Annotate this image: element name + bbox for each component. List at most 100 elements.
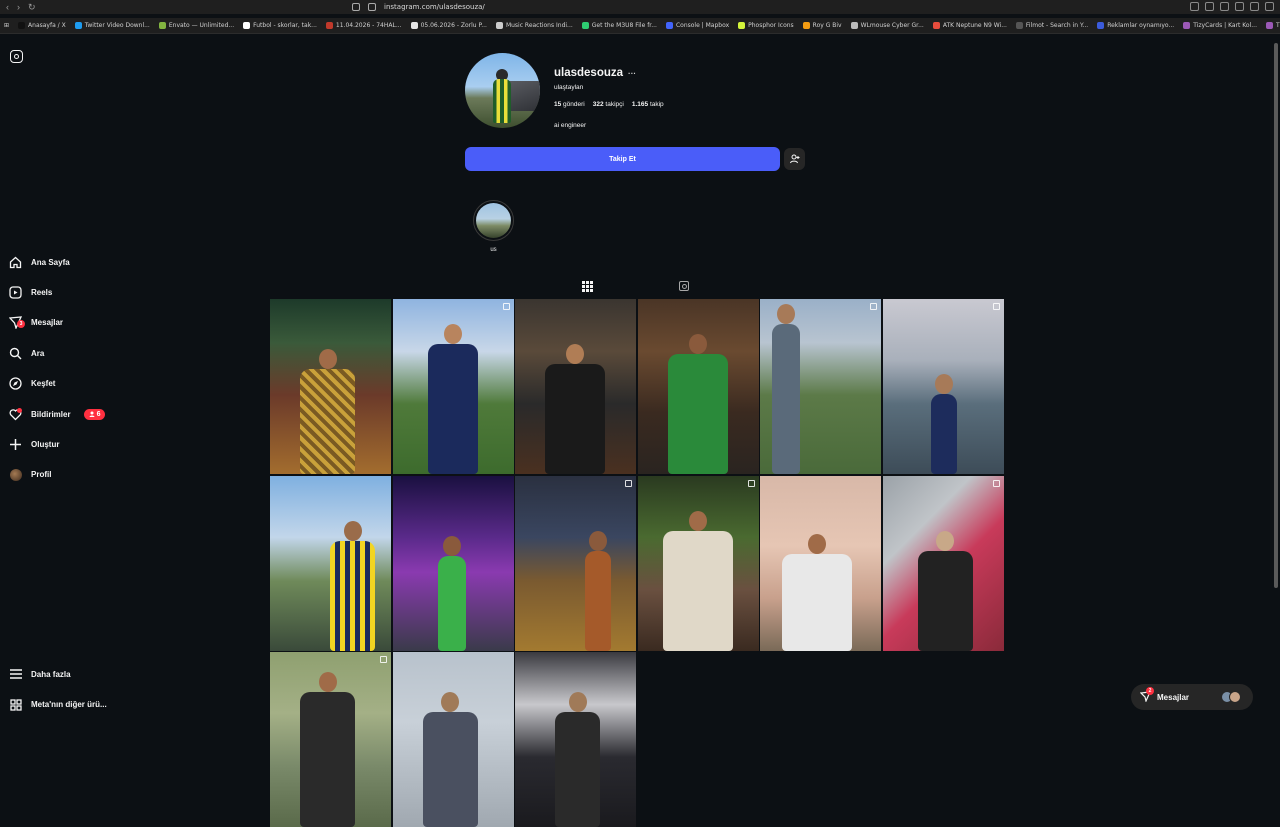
bookmark-favicon-icon [802,22,810,29]
post-thumbnail[interactable] [882,299,1004,474]
follow-button[interactable]: Takip Et [465,147,780,171]
profile-full-name: ulaştaylan [554,84,584,91]
browser-extensions [1190,2,1274,11]
followers-count[interactable]: 322 takipçi [593,101,624,108]
bookmark-item[interactable]: Console | Mapbox [665,22,729,29]
carousel-icon [870,303,877,310]
sidebar-item-label: Oluştur [31,440,60,450]
post-thumbnail[interactable] [392,475,514,651]
sidebar-icon[interactable] [1235,2,1244,11]
home-icon [9,256,22,269]
plus-icon [9,438,22,451]
instagram-logo-icon[interactable] [10,50,23,63]
posts-grid-icon[interactable] [581,280,593,292]
post-thumbnail[interactable] [270,299,391,474]
bookmark-item[interactable]: Phosphor Icons [738,22,794,29]
back-icon[interactable]: ‹ [6,2,9,13]
extension-icon[interactable] [1190,2,1199,11]
bookmark-item[interactable]: 11.04.2026 - 74HAL... [325,22,402,29]
messages-pill[interactable]: 2 Mesajlar [1131,684,1253,710]
bookmark-favicon-icon [932,22,940,29]
sidebar-item-messages[interactable]: 3 Mesajlar [9,308,169,338]
post-thumbnail[interactable] [270,652,391,827]
bookmark-item[interactable]: Envato — Unlimited... [158,22,234,29]
meta-apps-icon [9,698,22,711]
post-thumbnail[interactable] [392,652,514,827]
bookmark-favicon-icon [1266,22,1273,29]
bookmark-item[interactable]: Futbol - skorlar, tak... [243,22,317,29]
following-count[interactable]: 1.165 takip [632,101,664,108]
profile-avatar[interactable] [465,53,540,128]
bookmarks-bar: ⊞ Anasayfa / X Twitter Video Downl... Enva… [0,18,1280,34]
bookmark-item[interactable]: Filmot - Search in Y... [1015,22,1088,29]
url-text: instagram.com/ulasdesouza/ [384,3,485,11]
sidebar-item-home[interactable]: Ana Sayfa [9,247,169,277]
options-icon[interactable]: ··· [628,69,636,78]
post-thumbnail[interactable] [760,475,881,651]
post-thumbnail[interactable] [515,299,636,474]
suggested-users-button[interactable] [784,148,805,170]
profile-bio: ai engineer [554,122,587,129]
post-thumbnail[interactable] [637,475,759,651]
post-thumbnail[interactable] [270,475,391,651]
bookmark-item[interactable]: Anasayfa / X [18,22,66,29]
bookmark-item[interactable]: Roy G Biv [802,22,842,29]
bookmark-favicon-icon [18,22,26,29]
carousel-icon [992,303,1000,310]
profile-stats: 15 gönderi 322 takipçi 1.165 takip [554,101,664,108]
highlight-label: us [490,247,497,253]
sidebar-item-label: Reels [31,288,53,298]
bookmark-favicon-icon [410,22,418,29]
extension-icon[interactable] [1220,2,1229,11]
apps-icon[interactable]: ⊞ [4,22,9,29]
menu-icon[interactable] [1265,2,1274,11]
menu-icon [9,668,22,681]
carousel-icon [380,656,387,663]
story-highlight[interactable]: us [473,200,514,253]
post-thumbnail[interactable] [882,475,1004,651]
post-thumbnail[interactable] [515,475,636,651]
profile-icon[interactable] [1250,2,1259,11]
sidebar-item-explore[interactable]: Keşfet [9,369,169,399]
sidebar-item-search[interactable]: Ara [9,338,169,368]
extension-icon[interactable] [1205,2,1214,11]
compass-icon [9,377,22,390]
bookmark-item[interactable]: Music Reactions Indi... [495,22,573,29]
bookmark-favicon-icon [74,22,82,29]
sidebar-item-label: Ara [31,348,45,358]
sidebar-item-more[interactable]: Daha fazla [9,659,169,689]
page-scrollbar[interactable] [1274,43,1278,588]
sidebar-item-meta[interactable]: Meta'nın diğer ürü... [9,689,169,719]
bookmark-item[interactable]: ATK Neptune N9 Wi... [932,22,1007,29]
heart-icon [9,407,22,421]
address-bar[interactable]: instagram.com/ulasdesouza/ [352,1,912,13]
post-thumbnail[interactable] [637,299,759,474]
site-info-icon[interactable] [368,3,376,11]
sidebar-bottom: Daha fazla Meta'nın diğer ürü... [9,659,169,720]
browser-toolbar: ‹ › ↻ instagram.com/ulasdesouza/ [0,0,1280,14]
bookmark-icon[interactable] [352,3,360,11]
sidebar-item-create[interactable]: Oluştur [9,429,169,459]
sidebar-item-profile[interactable]: Profil [9,460,169,490]
bookmark-item[interactable]: Reklamlar oynamıyo... [1097,22,1174,29]
messages-badge: 3 [17,320,25,329]
forward-icon[interactable]: › [17,2,20,13]
bookmark-item[interactable]: Twitter Video Downl... [74,22,150,29]
sidebar-item-notifications[interactable]: Bildirimler 6 [9,399,169,429]
messages-badge: 2 [1146,686,1154,695]
post-thumbnail[interactable] [515,652,636,827]
bookmark-item[interactable]: Get the M3U8 File fr... [581,22,657,29]
bookmark-item[interactable]: TizyCards | Kart Kol... [1183,22,1257,29]
profile-tabs [270,276,1000,296]
avatar [9,468,22,481]
messenger-icon: 2 [1139,686,1154,704]
bookmark-item[interactable]: TizyCards | Kart Kol... [1266,22,1280,29]
post-thumbnail[interactable] [760,299,881,474]
bookmark-item[interactable]: WLmouse Cyber Gr... [850,22,924,29]
reload-icon[interactable]: ↻ [28,2,36,13]
tagged-icon[interactable] [678,281,689,291]
carousel-icon [625,479,632,487]
bookmark-item[interactable]: 05.06.2026 - Zorlu P... [410,22,487,29]
sidebar-item-reels[interactable]: Reels [9,277,169,307]
post-thumbnail[interactable] [392,299,514,474]
